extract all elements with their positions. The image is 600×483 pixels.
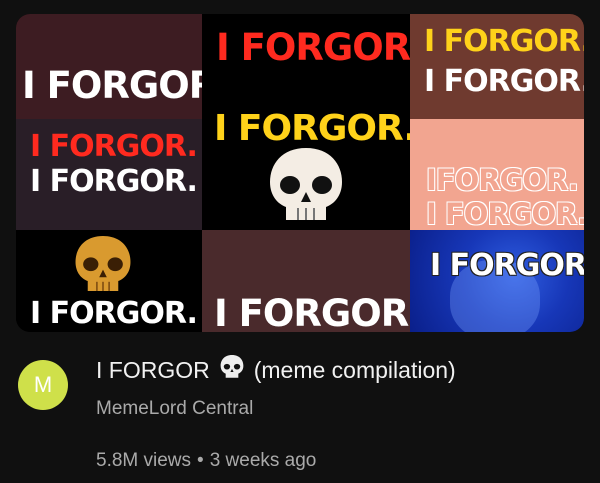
upload-age: 3 weeks ago — [209, 450, 317, 471]
skull-icon — [220, 354, 244, 386]
meme-caption: I FORGOR. — [30, 129, 198, 164]
meme-caption: I FORGOR. — [30, 164, 198, 199]
meme-caption: I FORGOR. — [424, 64, 584, 99]
video-thumbnail[interactable]: I FORGOR. I FORGOR. I FORGOR. I FORGOR I… — [16, 14, 584, 332]
thumbnail-panel: I FORGOR. I FORGOR. — [16, 119, 202, 230]
skull-icon — [270, 148, 342, 220]
meme-caption: I FORGOR. — [22, 64, 202, 107]
channel-name[interactable]: MemeLord Central — [96, 398, 253, 420]
thumbnail-panel: I FORGOR. — [202, 230, 410, 332]
meme-caption: I FORGOR. — [214, 292, 410, 332]
thumbnail-panel: I FORGOR I FORGOR. — [202, 14, 410, 230]
channel-avatar[interactable]: M — [18, 360, 68, 410]
video-title[interactable]: I FORGOR (meme compilation) — [96, 354, 456, 386]
view-count: 5.8M views — [96, 450, 192, 471]
video-stats: 5.8M views • 3 weeks ago — [96, 450, 316, 472]
skull-icon — [75, 236, 131, 291]
meme-caption: I FORGOR — [216, 26, 410, 69]
video-details: M I FORGOR (meme compilation) MemeLord C… — [0, 332, 600, 483]
thumbnail-panel: IFORGOR. I FORGOR. — [410, 119, 584, 230]
thumbnail-panel: I FORGOR. — [16, 14, 202, 119]
meme-caption: I FORGOR. — [430, 248, 584, 283]
avatar-letter: M — [33, 372, 53, 397]
separator-dot: • — [197, 450, 204, 471]
meme-caption: I FORGOR. — [214, 108, 410, 149]
meme-caption: I FORGOR. — [426, 197, 584, 230]
video-title-text: I FORGOR — [96, 356, 210, 383]
thumbnail-panel: I FORGOR. — [16, 230, 202, 332]
thumbnail-panel: I FORGOR. I FORGOR. — [410, 14, 584, 119]
meme-caption: I FORGOR. — [424, 24, 584, 59]
thumbnail-panel: I FORGOR. — [410, 230, 584, 332]
video-title-text: (meme compilation) — [253, 356, 456, 383]
meme-caption: I FORGOR. — [30, 296, 198, 331]
meme-caption: IFORGOR. — [426, 163, 579, 197]
